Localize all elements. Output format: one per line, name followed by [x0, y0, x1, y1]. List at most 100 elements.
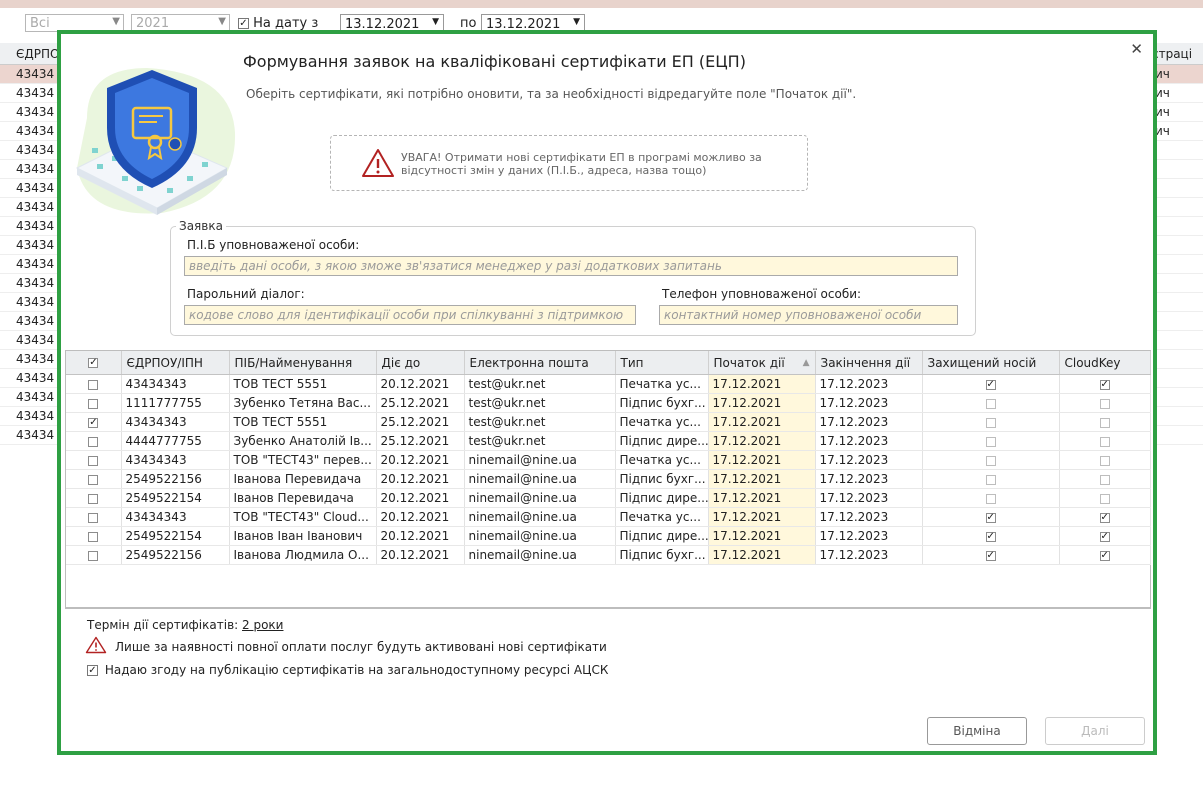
- background-cell-edrpou: 43434: [16, 86, 55, 100]
- cell-start[interactable]: 17.12.2021: [708, 431, 816, 451]
- background-cell-edrpou: 43434: [16, 238, 55, 252]
- cell-start[interactable]: 17.12.2021: [708, 526, 816, 546]
- col-header-email[interactable]: Електронна пошта: [464, 351, 616, 375]
- warning-triangle-icon: [362, 149, 394, 177]
- row-select-checkbox[interactable]: [66, 450, 122, 470]
- row-select-checkbox[interactable]: ✓: [66, 412, 122, 432]
- checkbox-checked-icon: ✓: [1099, 511, 1110, 523]
- cell-start[interactable]: 17.12.2021: [708, 450, 816, 470]
- term-value-link[interactable]: 2 роки: [242, 618, 283, 632]
- col-header-name[interactable]: ПІБ/Найменування: [229, 351, 377, 375]
- close-icon[interactable]: ✕: [1130, 40, 1143, 58]
- table-row[interactable]: ✓ 43434343 ТОВ ТЕСТ 5551 25.12.2021 test@ukr…: [66, 412, 1151, 432]
- checkbox-unchecked-icon: [88, 493, 99, 504]
- on-date-toggle[interactable]: ✓ На дату з: [238, 16, 318, 31]
- cloudkey-checkbox[interactable]: [1059, 412, 1151, 432]
- col-header-protected-media[interactable]: Захищений носій: [922, 351, 1060, 375]
- table-row[interactable]: 2549522156 Іванова Людмила О... 20.12.2021…: [66, 545, 1151, 565]
- col-header-cloudkey[interactable]: CloudKey: [1059, 351, 1151, 375]
- cloudkey-checkbox[interactable]: [1059, 393, 1151, 413]
- cloudkey-checkbox[interactable]: ✓: [1059, 545, 1151, 565]
- checkbox-unchecked-icon: [1099, 436, 1110, 447]
- cloudkey-checkbox[interactable]: [1059, 450, 1151, 470]
- cell-start[interactable]: 17.12.2021: [708, 374, 816, 394]
- cell-start[interactable]: 17.12.2021: [708, 545, 816, 565]
- col-header-end[interactable]: Закінчення дії: [815, 351, 923, 375]
- cell-start[interactable]: 17.12.2021: [708, 507, 816, 527]
- checkbox-unchecked-icon: [88, 398, 99, 409]
- table-header-row: ✓ ЄДРПОУ/ІПН ПІБ/Найменування Діє до Еле…: [66, 351, 1151, 375]
- background-cell-edrpou: 43434: [16, 143, 55, 157]
- row-select-checkbox[interactable]: [66, 526, 122, 546]
- protected-media-checkbox[interactable]: [922, 393, 1060, 413]
- checkbox-unchecked-icon: [88, 455, 99, 466]
- cell-start[interactable]: 17.12.2021: [708, 412, 816, 432]
- chevron-down-icon: ▼: [112, 16, 120, 27]
- col-header-valid-to[interactable]: Діє до: [376, 351, 465, 375]
- protected-media-checkbox[interactable]: [922, 469, 1060, 489]
- table-row[interactable]: 4444777755 Зубенко Анатолій Ів... 25.12.20…: [66, 431, 1151, 451]
- table-row[interactable]: 2549522154 Іванов Перевидача 20.12.2021 nin…: [66, 488, 1151, 508]
- next-button[interactable]: Далі: [1045, 717, 1145, 745]
- background-cell-edrpou: 43434: [16, 67, 55, 81]
- year-combo-value: 2021: [136, 16, 170, 31]
- protected-media-checkbox[interactable]: [922, 412, 1060, 432]
- consent-toggle[interactable]: ✓ Надаю згоду на публікацію сертифікатів…: [87, 663, 608, 677]
- table-row[interactable]: 1111777755 Зубенко Тетяна Вас... 25.12.202…: [66, 393, 1151, 413]
- cell-start[interactable]: 17.12.2021: [708, 393, 816, 413]
- phone-input[interactable]: контактний номер уповноваженої особи: [659, 305, 958, 325]
- cloudkey-checkbox[interactable]: [1059, 431, 1151, 451]
- cell-start[interactable]: 17.12.2021: [708, 488, 816, 508]
- row-select-checkbox[interactable]: [66, 507, 122, 527]
- protected-media-checkbox[interactable]: ✓: [922, 374, 1060, 394]
- protected-media-checkbox[interactable]: [922, 450, 1060, 470]
- row-select-checkbox[interactable]: [66, 488, 122, 508]
- checkbox-unchecked-icon: [985, 493, 996, 504]
- select-all-checkbox[interactable]: ✓: [66, 351, 122, 375]
- cloudkey-checkbox[interactable]: ✓: [1059, 507, 1151, 527]
- background-cell-edrpou: 43434: [16, 295, 55, 309]
- row-select-checkbox[interactable]: [66, 374, 122, 394]
- table-row[interactable]: 43434343 ТОВ "ТЕСТ43" перев... 20.12.2021 n…: [66, 450, 1151, 470]
- col-header-type[interactable]: Тип: [615, 351, 709, 375]
- protected-media-checkbox[interactable]: [922, 488, 1060, 508]
- term-label: Термін дії сертифікатів:: [87, 618, 239, 632]
- chevron-down-icon: ▼: [432, 17, 439, 27]
- checkbox-checked-icon: ✓: [985, 511, 996, 523]
- checkbox-unchecked-icon: [1099, 455, 1110, 466]
- table-row[interactable]: 43434343 ТОВ "ТЕСТ43" Cloud... 20.12.2021 n…: [66, 507, 1151, 527]
- cloudkey-checkbox[interactable]: [1059, 469, 1151, 489]
- background-cell-edrpou: 43434: [16, 333, 55, 347]
- row-select-checkbox[interactable]: [66, 431, 122, 451]
- checkbox-checked-icon: ✓: [1099, 530, 1110, 542]
- cloudkey-checkbox[interactable]: ✓: [1059, 526, 1151, 546]
- table-row[interactable]: 2549522154 Іванов Іван Іванович 20.12.2021…: [66, 526, 1151, 546]
- warning-box: УВАГА! Отримати нові сертифікати ЕП в пр…: [330, 135, 808, 191]
- row-select-checkbox[interactable]: [66, 469, 122, 489]
- cell-end: 17.12.2023: [815, 507, 923, 527]
- cell-start[interactable]: 17.12.2021: [708, 469, 816, 489]
- table-row[interactable]: 2549522156 Іванова Перевидача 20.12.2021 ni…: [66, 469, 1151, 489]
- shield-certificate-illustration: [75, 68, 236, 215]
- row-select-checkbox[interactable]: [66, 545, 122, 565]
- col-header-edrpou[interactable]: ЄДРПОУ/ІПН: [121, 351, 230, 375]
- warning-triangle-icon: [85, 636, 107, 654]
- cloudkey-checkbox[interactable]: [1059, 488, 1151, 508]
- cloudkey-checkbox[interactable]: ✓: [1059, 374, 1151, 394]
- cell-end: 17.12.2023: [815, 412, 923, 432]
- table-row[interactable]: 43434343 ТОВ ТЕСТ 5551 20.12.2021 test@ukr.…: [66, 374, 1151, 394]
- cell-email: test@ukr.net: [464, 431, 616, 451]
- background-cell-edrpou: 43434: [16, 200, 55, 214]
- col-header-start-label: Початок дії: [713, 355, 785, 370]
- protected-media-checkbox[interactable]: ✓: [922, 526, 1060, 546]
- cell-name: ТОВ "ТЕСТ43" перев...: [229, 450, 377, 470]
- protected-media-checkbox[interactable]: ✓: [922, 507, 1060, 527]
- protected-media-checkbox[interactable]: [922, 431, 1060, 451]
- cancel-button[interactable]: Відміна: [927, 717, 1027, 745]
- cell-end: 17.12.2023: [815, 450, 923, 470]
- col-header-start[interactable]: Початок дії ▲: [708, 351, 816, 375]
- row-select-checkbox[interactable]: [66, 393, 122, 413]
- person-input[interactable]: введіть дані особи, з якою зможе зв'язат…: [184, 256, 958, 276]
- password-input[interactable]: кодове слово для ідентифікації особи при…: [184, 305, 636, 325]
- protected-media-checkbox[interactable]: ✓: [922, 545, 1060, 565]
